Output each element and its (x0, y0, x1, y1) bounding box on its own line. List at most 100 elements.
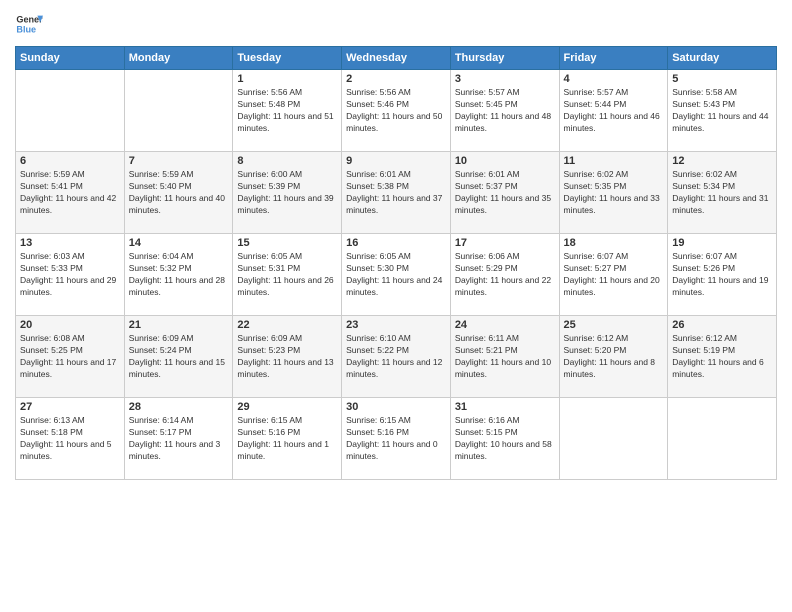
day-cell: 3Sunrise: 5:57 AMSunset: 5:45 PMDaylight… (450, 70, 559, 152)
day-cell: 22 Sunrise: 6:09 AMSunset: 5:23 PMDayligh… (233, 316, 342, 398)
day-number: 10 (455, 155, 555, 167)
header-cell-sunday: Sunday (16, 47, 125, 70)
day-cell: 13 Sunrise: 6:03 AMSunset: 5:33 PMDayligh… (16, 234, 125, 316)
day-number: 18 (564, 237, 664, 249)
day-cell: 7Sunrise: 5:59 AMSunset: 5:40 PMDaylight… (124, 152, 233, 234)
week-row-4: 20 Sunrise: 6:08 AMSunset: 5:25 PMDayligh… (16, 316, 777, 398)
day-number: 2 (346, 73, 446, 85)
day-cell: 20 Sunrise: 6:08 AMSunset: 5:25 PMDayligh… (16, 316, 125, 398)
day-cell: 19Sunrise: 6:07 AMSunset: 5:26 PMDayligh… (668, 234, 777, 316)
day-info: Sunrise: 6:15 AMSunset: 5:16 PMDaylight:… (237, 415, 337, 463)
header-cell-thursday: Thursday (450, 47, 559, 70)
day-cell: 4 Sunrise: 5:57 AMSunset: 5:44 PMDaylight… (559, 70, 668, 152)
day-cell: 21 Sunrise: 6:09 AMSunset: 5:24 PMDayligh… (124, 316, 233, 398)
day-cell: 29 Sunrise: 6:15 AMSunset: 5:16 PMDayligh… (233, 398, 342, 480)
day-info: Sunrise: 5:56 AMSunset: 5:48 PMDaylight:… (237, 87, 337, 135)
day-cell: 18 Sunrise: 6:07 AMSunset: 5:27 PMDayligh… (559, 234, 668, 316)
day-number: 25 (564, 319, 664, 331)
day-number: 22 (237, 319, 337, 331)
day-number: 20 (20, 319, 120, 331)
day-info: Sunrise: 6:16 AMSunset: 5:15 PMDaylight:… (455, 415, 555, 463)
week-row-3: 13 Sunrise: 6:03 AMSunset: 5:33 PMDayligh… (16, 234, 777, 316)
day-info: Sunrise: 6:05 AMSunset: 5:31 PMDaylight:… (237, 251, 337, 299)
day-number: 14 (129, 237, 229, 249)
day-cell (668, 398, 777, 480)
day-cell: 8 Sunrise: 6:00 AMSunset: 5:39 PMDaylight… (233, 152, 342, 234)
day-number: 5 (672, 73, 772, 85)
day-info: Sunrise: 6:15 AMSunset: 5:16 PMDaylight:… (346, 415, 446, 463)
day-cell: 31 Sunrise: 6:16 AMSunset: 5:15 PMDayligh… (450, 398, 559, 480)
day-number: 28 (129, 401, 229, 413)
calendar-table: SundayMondayTuesdayWednesdayThursdayFrid… (15, 46, 777, 480)
day-info: Sunrise: 6:04 AMSunset: 5:32 PMDaylight:… (129, 251, 229, 299)
day-info: Sunrise: 6:13 AMSunset: 5:18 PMDaylight:… (20, 415, 120, 463)
day-info: Sunrise: 5:58 AMSunset: 5:43 PMDaylight:… (672, 87, 772, 135)
day-cell: 5 Sunrise: 5:58 AMSunset: 5:43 PMDaylight… (668, 70, 777, 152)
day-info: Sunrise: 5:56 AMSunset: 5:46 PMDaylight:… (346, 87, 446, 135)
header-cell-monday: Monday (124, 47, 233, 70)
day-info: Sunrise: 5:57 AMSunset: 5:44 PMDaylight:… (564, 87, 664, 135)
day-cell: 25 Sunrise: 6:12 AMSunset: 5:20 PMDayligh… (559, 316, 668, 398)
week-row-5: 27Sunrise: 6:13 AMSunset: 5:18 PMDayligh… (16, 398, 777, 480)
day-number: 17 (455, 237, 555, 249)
day-number: 15 (237, 237, 337, 249)
day-info: Sunrise: 6:07 AMSunset: 5:27 PMDaylight:… (564, 251, 664, 299)
day-info: Sunrise: 6:01 AMSunset: 5:37 PMDaylight:… (455, 169, 555, 217)
day-cell: 28 Sunrise: 6:14 AMSunset: 5:17 PMDayligh… (124, 398, 233, 480)
week-row-2: 6 Sunrise: 5:59 AMSunset: 5:41 PMDaylight… (16, 152, 777, 234)
day-number: 16 (346, 237, 446, 249)
day-number: 23 (346, 319, 446, 331)
day-info: Sunrise: 6:00 AMSunset: 5:39 PMDaylight:… (237, 169, 337, 217)
day-number: 7 (129, 155, 229, 167)
header-cell-tuesday: Tuesday (233, 47, 342, 70)
day-info: Sunrise: 6:08 AMSunset: 5:25 PMDaylight:… (20, 333, 120, 381)
day-number: 1 (237, 73, 337, 85)
day-cell: 30 Sunrise: 6:15 AMSunset: 5:16 PMDayligh… (342, 398, 451, 480)
day-number: 24 (455, 319, 555, 331)
day-number: 4 (564, 73, 664, 85)
day-cell (16, 70, 125, 152)
day-info: Sunrise: 6:09 AMSunset: 5:23 PMDaylight:… (237, 333, 337, 381)
day-info: Sunrise: 6:06 AMSunset: 5:29 PMDaylight:… (455, 251, 555, 299)
day-cell: 14 Sunrise: 6:04 AMSunset: 5:32 PMDayligh… (124, 234, 233, 316)
week-row-1: 1 Sunrise: 5:56 AMSunset: 5:48 PMDaylight… (16, 70, 777, 152)
day-info: Sunrise: 6:11 AMSunset: 5:21 PMDaylight:… (455, 333, 555, 381)
header-row: SundayMondayTuesdayWednesdayThursdayFrid… (16, 47, 777, 70)
day-cell: 26Sunrise: 6:12 AMSunset: 5:19 PMDayligh… (668, 316, 777, 398)
day-cell (124, 70, 233, 152)
day-cell: 17 Sunrise: 6:06 AMSunset: 5:29 PMDayligh… (450, 234, 559, 316)
day-number: 31 (455, 401, 555, 413)
day-number: 6 (20, 155, 120, 167)
day-number: 13 (20, 237, 120, 249)
header-cell-friday: Friday (559, 47, 668, 70)
day-info: Sunrise: 6:07 AMSunset: 5:26 PMDaylight:… (672, 251, 772, 299)
day-cell: 27Sunrise: 6:13 AMSunset: 5:18 PMDayligh… (16, 398, 125, 480)
day-cell: 9 Sunrise: 6:01 AMSunset: 5:38 PMDaylight… (342, 152, 451, 234)
day-info: Sunrise: 6:03 AMSunset: 5:33 PMDaylight:… (20, 251, 120, 299)
day-info: Sunrise: 6:01 AMSunset: 5:38 PMDaylight:… (346, 169, 446, 217)
day-number: 30 (346, 401, 446, 413)
day-number: 8 (237, 155, 337, 167)
day-cell: 12Sunrise: 6:02 AMSunset: 5:34 PMDayligh… (668, 152, 777, 234)
day-cell: 6 Sunrise: 5:59 AMSunset: 5:41 PMDaylight… (16, 152, 125, 234)
day-cell: 15 Sunrise: 6:05 AMSunset: 5:31 PMDayligh… (233, 234, 342, 316)
day-info: Sunrise: 6:10 AMSunset: 5:22 PMDaylight:… (346, 333, 446, 381)
day-cell (559, 398, 668, 480)
day-number: 12 (672, 155, 772, 167)
day-cell: 24 Sunrise: 6:11 AMSunset: 5:21 PMDayligh… (450, 316, 559, 398)
svg-text:Blue: Blue (16, 24, 36, 34)
day-number: 21 (129, 319, 229, 331)
day-info: Sunrise: 5:57 AMSunset: 5:45 PMDaylight:… (455, 87, 555, 135)
day-info: Sunrise: 6:14 AMSunset: 5:17 PMDaylight:… (129, 415, 229, 463)
day-info: Sunrise: 6:05 AMSunset: 5:30 PMDaylight:… (346, 251, 446, 299)
day-number: 11 (564, 155, 664, 167)
day-info: Sunrise: 6:09 AMSunset: 5:24 PMDaylight:… (129, 333, 229, 381)
day-info: Sunrise: 5:59 AMSunset: 5:41 PMDaylight:… (20, 169, 120, 217)
day-number: 26 (672, 319, 772, 331)
day-cell: 2 Sunrise: 5:56 AMSunset: 5:46 PMDaylight… (342, 70, 451, 152)
day-number: 29 (237, 401, 337, 413)
page-header: General Blue (15, 10, 777, 38)
day-cell: 23 Sunrise: 6:10 AMSunset: 5:22 PMDayligh… (342, 316, 451, 398)
day-info: Sunrise: 6:12 AMSunset: 5:20 PMDaylight:… (564, 333, 664, 381)
day-number: 9 (346, 155, 446, 167)
